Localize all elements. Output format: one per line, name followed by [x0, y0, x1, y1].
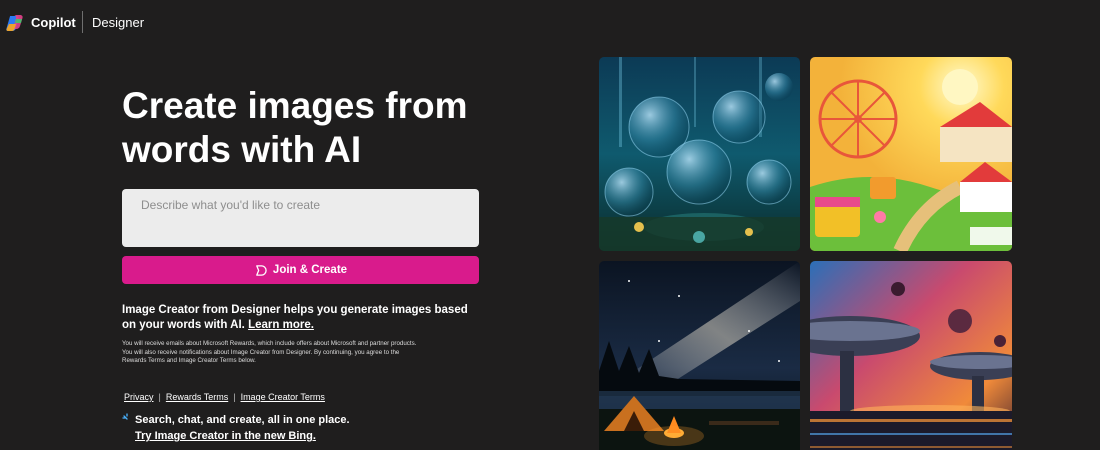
header-divider	[82, 11, 83, 33]
alien-space-city-image[interactable]	[810, 261, 1012, 450]
legal-separator: |	[158, 392, 161, 402]
legal-separator: |	[233, 392, 236, 402]
privacy-link[interactable]: Privacy	[124, 392, 154, 402]
try-new-bing-link[interactable]: Try Image Creator in the new Bing.	[135, 430, 316, 442]
carnival-fairground-image[interactable]	[810, 57, 1012, 251]
brand-name[interactable]: Copilot	[31, 15, 76, 30]
image-creator-terms-link[interactable]: Image Creator Terms	[241, 392, 325, 402]
prompt-input[interactable]	[122, 189, 479, 247]
milky-way-campfire-image[interactable]	[599, 261, 800, 450]
promo-text: Search, chat, and create, all in one pla…	[135, 414, 350, 426]
rewards-icon	[256, 264, 267, 276]
join-and-create-button[interactable]: Join & Create	[122, 256, 479, 284]
top-bar: Copilot Designer	[0, 0, 1100, 44]
sparkle-icon	[122, 413, 128, 420]
learn-more-link[interactable]: Learn more.	[248, 319, 314, 331]
underwater-bubble-city-image[interactable]	[599, 57, 800, 251]
page-title: Create images from words with AI	[122, 85, 468, 170]
rewards-disclaimer: You will receive emails about Microsoft …	[122, 340, 417, 365]
description-text: Image Creator from Designer helps you ge…	[122, 303, 482, 333]
join-button-label: Join & Create	[272, 264, 348, 276]
legal-links: Privacy | Rewards Terms | Image Creator …	[124, 392, 325, 402]
rewards-terms-link[interactable]: Rewards Terms	[166, 392, 228, 402]
copilot-logo-icon[interactable]	[6, 14, 24, 32]
product-name[interactable]: Designer	[92, 15, 144, 30]
